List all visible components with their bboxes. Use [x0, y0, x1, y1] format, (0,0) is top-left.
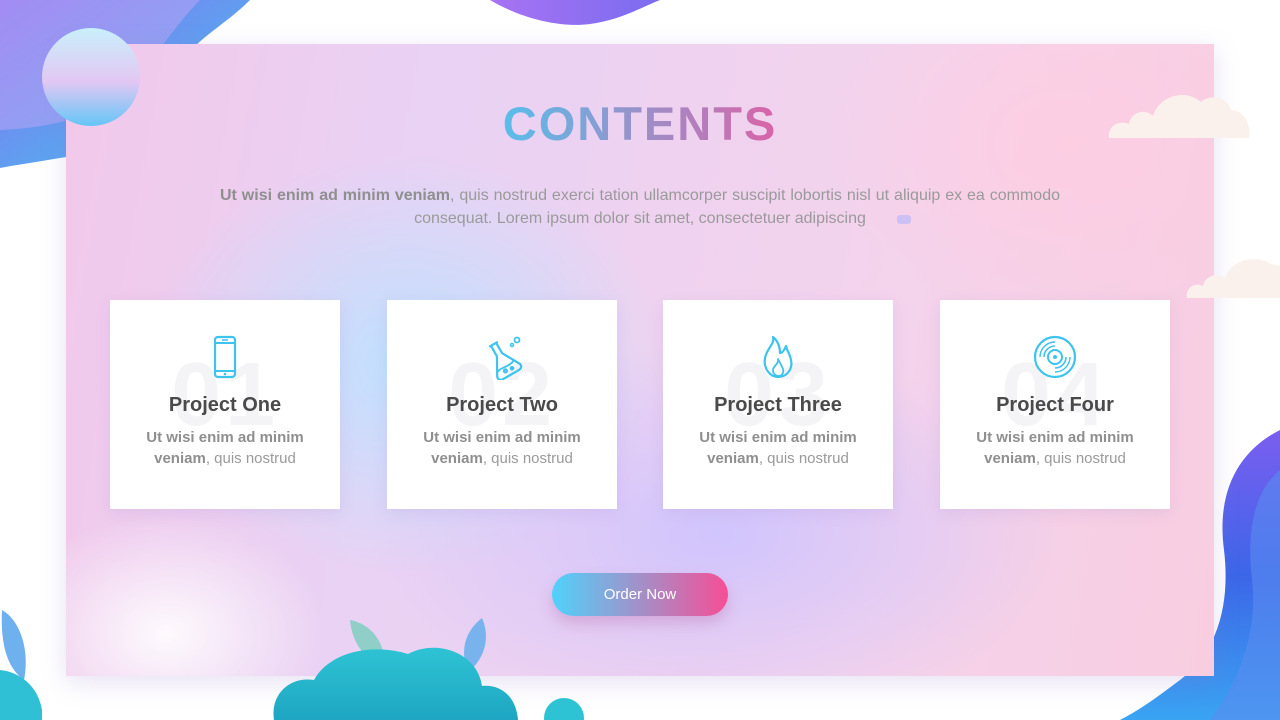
card-title: Project Two — [446, 394, 558, 416]
project-card-2[interactable]: 02 Project Two Ut wisi enim ad minim veni… — [387, 300, 617, 509]
card-title: Project Four — [996, 394, 1114, 416]
intro-bold-text: Ut wisi enim ad minim veniam — [220, 187, 450, 204]
project-card-1[interactable]: 01 Project One Ut wisi enim ad minim veni… — [110, 300, 340, 509]
top-center-wave-decoration — [490, 0, 660, 25]
card-description: Ut wisi enim ad minim veniam, quis nostru… — [423, 429, 581, 467]
decorative-dot — [897, 215, 911, 224]
disc-icon — [1033, 335, 1077, 379]
smartphone-icon — [213, 335, 237, 379]
project-card-4[interactable]: 04 Project Four Ut wisi enim ad minim ven… — [940, 300, 1170, 509]
flame-icon — [763, 335, 793, 379]
intro-text: , quis nostrud exerci tation ullamcorper… — [414, 187, 1061, 227]
card-title: Project Three — [714, 394, 842, 416]
card-description: Ut wisi enim ad minim veniam, quis nostru… — [976, 429, 1134, 467]
project-card-3[interactable]: 03 Project Three Ut wisi enim ad minim ve… — [663, 300, 893, 509]
card-title: Project One — [168, 394, 282, 416]
slide-title: CONTENTS — [0, 96, 1280, 151]
card-description: Ut wisi enim ad minim veniam, quis nostru… — [699, 429, 857, 467]
intro-paragraph: Ut wisi enim ad minim veniam, quis nostr… — [220, 184, 1060, 230]
card-description: Ut wisi enim ad minim veniam, quis nostru… — [146, 429, 304, 467]
bottom-left-leaf-decoration — [0, 610, 42, 720]
lab-flask-icon — [488, 336, 523, 380]
order-now-button[interactable]: Order Now — [552, 573, 728, 616]
